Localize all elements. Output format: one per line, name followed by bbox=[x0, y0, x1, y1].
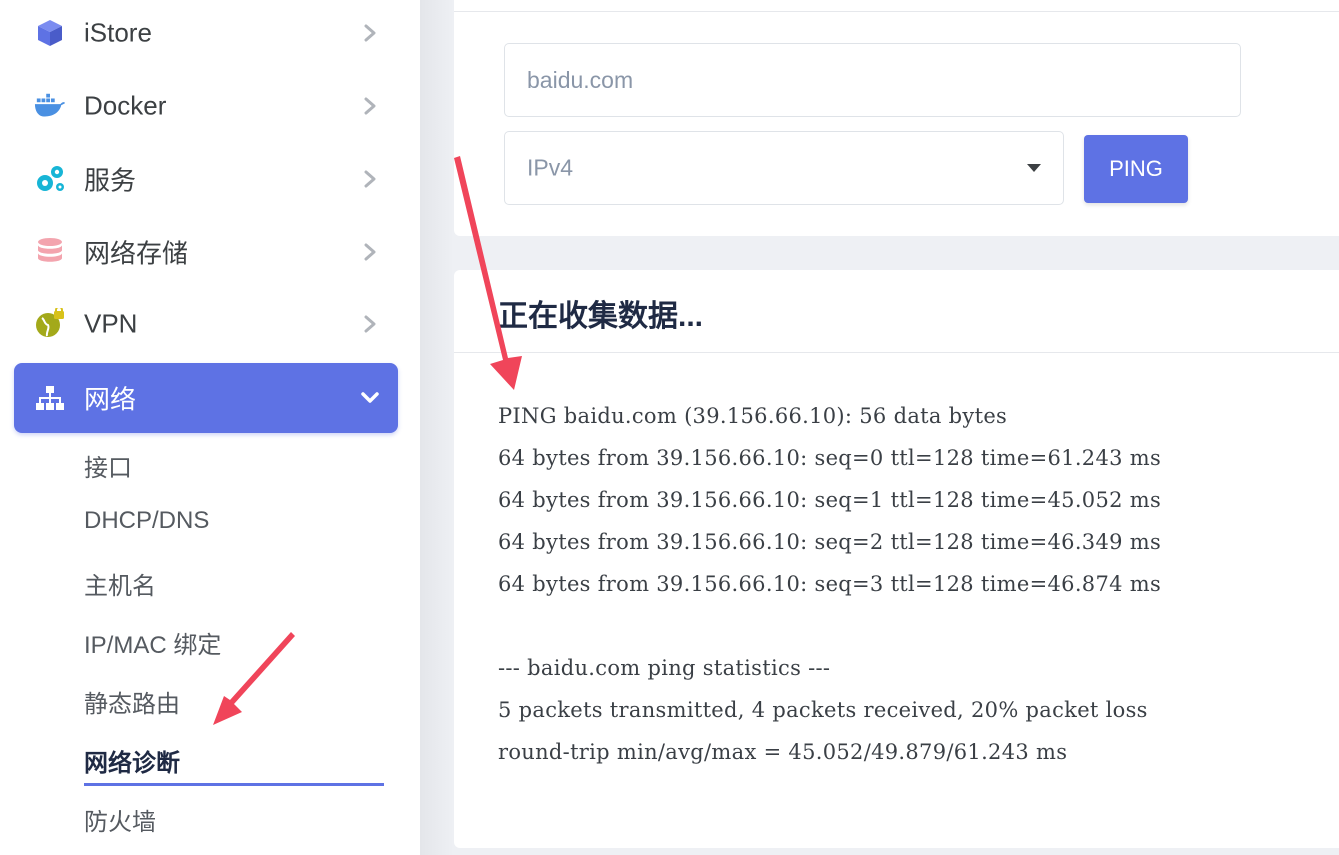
submenu-item-static-routes[interactable]: 静态路由 bbox=[84, 684, 180, 719]
sidebar-item-label: 网络 bbox=[84, 384, 137, 415]
output-line: 64 bytes from 39.156.66.10: seq=0 ttl=12… bbox=[498, 446, 1162, 470]
sidebar-item-label: iStore bbox=[84, 17, 152, 48]
cube-icon bbox=[34, 17, 66, 49]
chevron-right-icon bbox=[360, 23, 380, 43]
sidebar-item-label: Docker bbox=[84, 90, 167, 121]
submenu-item-firewall[interactable]: 防火墙 bbox=[84, 802, 156, 837]
chevron-right-icon bbox=[360, 169, 380, 189]
submenu-item-hostnames[interactable]: 主机名 bbox=[84, 566, 156, 601]
output-line: 64 bytes from 39.156.66.10: seq=3 ttl=12… bbox=[498, 572, 1162, 596]
caret-down-icon bbox=[1027, 164, 1041, 172]
card-divider bbox=[454, 11, 1339, 12]
sidebar-item-docker[interactable]: Docker bbox=[14, 71, 398, 141]
chevron-right-icon bbox=[360, 96, 380, 116]
sidebar-shadow bbox=[420, 0, 454, 855]
ping-button[interactable]: PING bbox=[1084, 135, 1188, 203]
submenu-item-interfaces[interactable]: 接口 bbox=[84, 448, 132, 483]
chevron-down-icon bbox=[360, 388, 380, 408]
output-line: 64 bytes from 39.156.66.10: seq=1 ttl=12… bbox=[498, 488, 1162, 512]
output-line: --- baidu.com ping statistics --- bbox=[498, 656, 831, 680]
sidebar-item-network-storage[interactable]: 网络存储 bbox=[14, 217, 398, 287]
protocol-select-value: IPv4 bbox=[527, 154, 574, 181]
protocol-select[interactable]: IPv4 bbox=[504, 131, 1064, 205]
sidebar-item-vpn[interactable]: VPN bbox=[14, 289, 398, 359]
gears-icon bbox=[34, 163, 66, 195]
sitemap-icon bbox=[34, 382, 66, 414]
chevron-right-icon bbox=[360, 314, 380, 334]
sidebar-item-label: 网络存储 bbox=[84, 238, 189, 269]
globe-lock-icon bbox=[34, 308, 66, 340]
sidebar-item-label: 服务 bbox=[84, 165, 137, 196]
submenu-item-dhcp-dns[interactable]: DHCP/DNS bbox=[84, 507, 209, 535]
result-divider bbox=[454, 352, 1339, 353]
active-submenu-underline bbox=[84, 783, 384, 786]
output-line: 64 bytes from 39.156.66.10: seq=2 ttl=12… bbox=[498, 530, 1162, 554]
output-line: 5 packets transmitted, 4 packets receive… bbox=[498, 698, 1148, 722]
result-title: 正在收集数据... bbox=[498, 300, 704, 333]
sidebar: iStore Docker 服务 网络存储 VPN 网络 接口 DHCP/DNS… bbox=[0, 0, 420, 855]
output-line: round-trip min/avg/max = 45.052/49.879/6… bbox=[498, 740, 1068, 764]
sidebar-item-services[interactable]: 服务 bbox=[14, 144, 398, 214]
submenu-item-ip-mac-binding[interactable]: IP/MAC 绑定 bbox=[84, 625, 221, 660]
submenu-item-network-diagnostics[interactable]: 网络诊断 bbox=[84, 743, 180, 778]
chevron-right-icon bbox=[360, 242, 380, 262]
output-line: PING baidu.com (39.156.66.10): 56 data b… bbox=[498, 404, 1008, 428]
sidebar-item-istore[interactable]: iStore bbox=[14, 0, 398, 68]
sidebar-item-network[interactable]: 网络 bbox=[14, 363, 398, 433]
host-input[interactable] bbox=[504, 43, 1241, 117]
database-icon bbox=[34, 236, 66, 268]
sidebar-item-label: VPN bbox=[84, 308, 138, 339]
docker-whale-icon bbox=[34, 90, 66, 122]
